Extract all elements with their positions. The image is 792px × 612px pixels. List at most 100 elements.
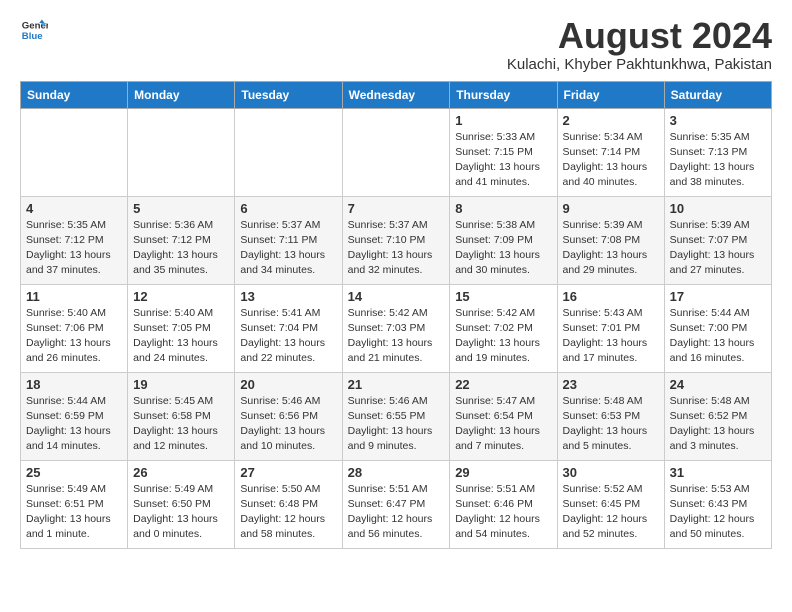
day-number: 10 [670, 201, 766, 216]
calendar-day-cell [235, 108, 342, 196]
day-number: 20 [240, 377, 336, 392]
calendar-day-cell: 17Sunrise: 5:44 AM Sunset: 7:00 PM Dayli… [664, 284, 771, 372]
day-info-text: Sunrise: 5:45 AM Sunset: 6:58 PM Dayligh… [133, 394, 229, 455]
day-of-week-header: Saturday [664, 81, 771, 108]
day-number: 12 [133, 289, 229, 304]
day-number: 6 [240, 201, 336, 216]
calendar-week-row: 18 Sunrise: 5:44 AM Sunset: 6:59 PM Dayli… [21, 372, 772, 460]
day-number: 15 [455, 289, 551, 304]
day-info-text: Sunrise: 5:40 AM Sunset: 7:06 PM Dayligh… [26, 306, 122, 367]
calendar-day-cell: 23 Sunrise: 5:48 AM Sunset: 6:53 PM Dayli… [557, 372, 664, 460]
day-info-text: Sunrise: 5:46 AM Sunset: 6:55 PM Dayligh… [348, 394, 445, 455]
day-number: 16 [563, 289, 659, 304]
day-of-week-header: Tuesday [235, 81, 342, 108]
day-info-text: Sunrise: 5:37 AM Sunset: 7:10 PM Dayligh… [348, 218, 445, 279]
day-number: 24 [670, 377, 766, 392]
calendar-day-cell: 15 Sunrise: 5:42 AM Sunset: 7:02 PM Dayli… [450, 284, 557, 372]
logo: General Blue [20, 16, 48, 44]
day-number: 22 [455, 377, 551, 392]
calendar-day-cell [342, 108, 450, 196]
day-number: 27 [240, 465, 336, 480]
day-of-week-header: Wednesday [342, 81, 450, 108]
day-info-text: Sunrise: 5:38 AM Sunset: 7:09 PM Dayligh… [455, 218, 551, 279]
day-info-text: Sunrise: 5:35 AM Sunset: 7:12 PM Dayligh… [26, 218, 122, 279]
day-number: 18 [26, 377, 122, 392]
calendar-day-cell: 7 Sunrise: 5:37 AM Sunset: 7:10 PM Daylig… [342, 196, 450, 284]
svg-text:Blue: Blue [22, 31, 43, 42]
month-year-title: August 2024 [507, 16, 772, 56]
day-info-text: Sunrise: 5:37 AM Sunset: 7:11 PM Dayligh… [240, 218, 336, 279]
page-header: General Blue August 2024 Kulachi, Khyber… [20, 16, 772, 73]
day-info-text: Sunrise: 5:42 AM Sunset: 7:02 PM Dayligh… [455, 306, 551, 367]
day-info-text: Sunrise: 5:44 AM Sunset: 7:00 PM Dayligh… [670, 306, 766, 367]
day-info-text: Sunrise: 5:53 AM Sunset: 6:43 PM Dayligh… [670, 482, 766, 543]
day-number: 28 [348, 465, 445, 480]
calendar-day-cell: 29Sunrise: 5:51 AM Sunset: 6:46 PM Dayli… [450, 460, 557, 548]
day-info-text: Sunrise: 5:44 AM Sunset: 6:59 PM Dayligh… [26, 394, 122, 455]
day-info-text: Sunrise: 5:49 AM Sunset: 6:50 PM Dayligh… [133, 482, 229, 543]
day-info-text: Sunrise: 5:34 AM Sunset: 7:14 PM Dayligh… [563, 130, 659, 191]
calendar-day-cell: 20 Sunrise: 5:46 AM Sunset: 6:56 PM Dayli… [235, 372, 342, 460]
day-number: 21 [348, 377, 445, 392]
calendar-week-row: 11 Sunrise: 5:40 AM Sunset: 7:06 PM Dayli… [21, 284, 772, 372]
day-number: 23 [563, 377, 659, 392]
calendar-day-cell: 30Sunrise: 5:52 AM Sunset: 6:45 PM Dayli… [557, 460, 664, 548]
calendar-day-cell: 4Sunrise: 5:35 AM Sunset: 7:12 PM Daylig… [21, 196, 128, 284]
day-info-text: Sunrise: 5:35 AM Sunset: 7:13 PM Dayligh… [670, 130, 766, 191]
day-number: 26 [133, 465, 229, 480]
calendar-day-cell: 28Sunrise: 5:51 AM Sunset: 6:47 PM Dayli… [342, 460, 450, 548]
calendar-day-cell: 27Sunrise: 5:50 AM Sunset: 6:48 PM Dayli… [235, 460, 342, 548]
calendar-day-cell: 21 Sunrise: 5:46 AM Sunset: 6:55 PM Dayli… [342, 372, 450, 460]
calendar-week-row: 1 Sunrise: 5:33 AM Sunset: 7:15 PM Daylig… [21, 108, 772, 196]
day-number: 5 [133, 201, 229, 216]
day-number: 31 [670, 465, 766, 480]
day-info-text: Sunrise: 5:42 AM Sunset: 7:03 PM Dayligh… [348, 306, 445, 367]
day-of-week-header: Friday [557, 81, 664, 108]
calendar-day-cell: 10 Sunrise: 5:39 AM Sunset: 7:07 PM Dayli… [664, 196, 771, 284]
day-info-text: Sunrise: 5:52 AM Sunset: 6:45 PM Dayligh… [563, 482, 659, 543]
calendar-day-cell: 25 Sunrise: 5:49 AM Sunset: 6:51 PM Dayli… [21, 460, 128, 548]
calendar-day-cell: 1 Sunrise: 5:33 AM Sunset: 7:15 PM Daylig… [450, 108, 557, 196]
calendar-day-cell: 19 Sunrise: 5:45 AM Sunset: 6:58 PM Dayli… [128, 372, 235, 460]
calendar-day-cell: 24 Sunrise: 5:48 AM Sunset: 6:52 PM Dayli… [664, 372, 771, 460]
day-number: 1 [455, 113, 551, 128]
day-info-text: Sunrise: 5:39 AM Sunset: 7:08 PM Dayligh… [563, 218, 659, 279]
day-number: 14 [348, 289, 445, 304]
day-number: 11 [26, 289, 122, 304]
day-info-text: Sunrise: 5:49 AM Sunset: 6:51 PM Dayligh… [26, 482, 122, 543]
calendar-day-cell: 16 Sunrise: 5:43 AM Sunset: 7:01 PM Dayli… [557, 284, 664, 372]
calendar-day-cell: 31 Sunrise: 5:53 AM Sunset: 6:43 PM Dayli… [664, 460, 771, 548]
day-info-text: Sunrise: 5:39 AM Sunset: 7:07 PM Dayligh… [670, 218, 766, 279]
day-number: 19 [133, 377, 229, 392]
day-info-text: Sunrise: 5:47 AM Sunset: 6:54 PM Dayligh… [455, 394, 551, 455]
calendar-day-cell: 22 Sunrise: 5:47 AM Sunset: 6:54 PM Dayli… [450, 372, 557, 460]
day-info-text: Sunrise: 5:40 AM Sunset: 7:05 PM Dayligh… [133, 306, 229, 367]
day-info-text: Sunrise: 5:46 AM Sunset: 6:56 PM Dayligh… [240, 394, 336, 455]
day-info-text: Sunrise: 5:48 AM Sunset: 6:53 PM Dayligh… [563, 394, 659, 455]
day-number: 3 [670, 113, 766, 128]
calendar-day-cell: 14 Sunrise: 5:42 AM Sunset: 7:03 PM Dayli… [342, 284, 450, 372]
day-info-text: Sunrise: 5:51 AM Sunset: 6:46 PM Dayligh… [455, 482, 551, 543]
day-of-week-header: Monday [128, 81, 235, 108]
day-number: 13 [240, 289, 336, 304]
day-info-text: Sunrise: 5:33 AM Sunset: 7:15 PM Dayligh… [455, 130, 551, 191]
day-info-text: Sunrise: 5:48 AM Sunset: 6:52 PM Dayligh… [670, 394, 766, 455]
day-number: 25 [26, 465, 122, 480]
day-number: 2 [563, 113, 659, 128]
calendar-day-cell: 6 Sunrise: 5:37 AM Sunset: 7:11 PM Daylig… [235, 196, 342, 284]
day-info-text: Sunrise: 5:36 AM Sunset: 7:12 PM Dayligh… [133, 218, 229, 279]
day-info-text: Sunrise: 5:41 AM Sunset: 7:04 PM Dayligh… [240, 306, 336, 367]
day-info-text: Sunrise: 5:43 AM Sunset: 7:01 PM Dayligh… [563, 306, 659, 367]
day-of-week-header: Sunday [21, 81, 128, 108]
calendar-day-cell: 12 Sunrise: 5:40 AM Sunset: 7:05 PM Dayli… [128, 284, 235, 372]
calendar-day-cell: 2 Sunrise: 5:34 AM Sunset: 7:14 PM Daylig… [557, 108, 664, 196]
calendar-day-cell: 18 Sunrise: 5:44 AM Sunset: 6:59 PM Dayli… [21, 372, 128, 460]
calendar-week-row: 25 Sunrise: 5:49 AM Sunset: 6:51 PM Dayli… [21, 460, 772, 548]
calendar-day-cell: 8Sunrise: 5:38 AM Sunset: 7:09 PM Daylig… [450, 196, 557, 284]
calendar-day-cell: 13 Sunrise: 5:41 AM Sunset: 7:04 PM Dayli… [235, 284, 342, 372]
calendar-day-cell: 9Sunrise: 5:39 AM Sunset: 7:08 PM Daylig… [557, 196, 664, 284]
calendar-week-row: 4Sunrise: 5:35 AM Sunset: 7:12 PM Daylig… [21, 196, 772, 284]
calendar-table: SundayMondayTuesdayWednesdayThursdayFrid… [20, 81, 772, 549]
calendar-day-cell: 5 Sunrise: 5:36 AM Sunset: 7:12 PM Daylig… [128, 196, 235, 284]
day-number: 7 [348, 201, 445, 216]
